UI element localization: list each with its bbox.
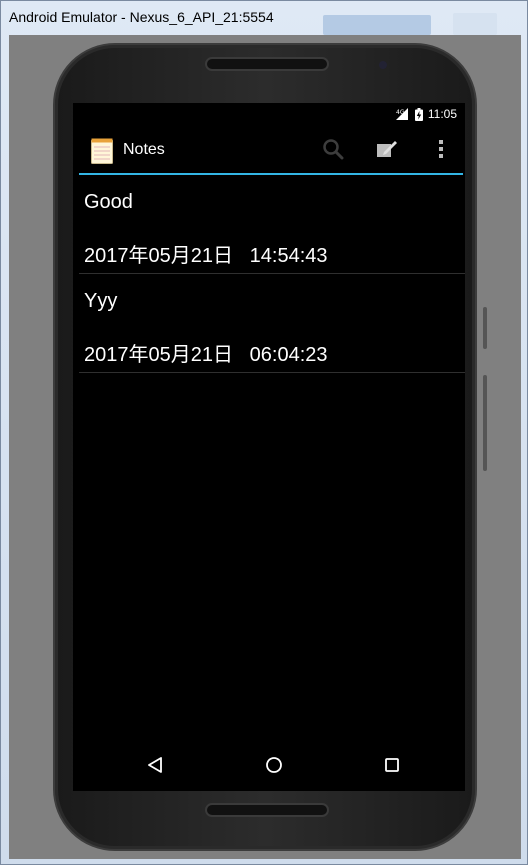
back-button[interactable] xyxy=(135,751,175,783)
notepad-icon[interactable] xyxy=(91,138,113,164)
power-button[interactable] xyxy=(483,307,487,349)
note-title: Yyy xyxy=(84,290,118,312)
battery-charging-icon xyxy=(414,107,423,121)
note-date: 2017年05月21日 14:54:43 xyxy=(84,245,328,267)
list-item[interactable]: Good 2017年05月21日 14:54:43 xyxy=(79,175,465,274)
status-bar: 4G 11:05 xyxy=(73,103,465,127)
recents-icon xyxy=(384,757,400,777)
window-control-area xyxy=(323,15,431,35)
app-title: Notes xyxy=(123,141,165,158)
device-screen: 4G 11:05 Notes Good 2017年05月21日 14:54:43… xyxy=(73,103,465,791)
back-icon xyxy=(146,756,164,778)
status-time: 11:05 xyxy=(427,107,457,121)
new-note-icon xyxy=(376,139,398,163)
window-close-area xyxy=(453,13,497,35)
action-bar: Notes xyxy=(73,127,465,175)
signal-icon: 4G xyxy=(395,108,410,120)
overflow-menu-button[interactable] xyxy=(425,135,457,167)
volume-button[interactable] xyxy=(483,375,487,471)
search-icon xyxy=(322,138,344,164)
note-title: Good xyxy=(84,191,133,213)
note-date: 2017年05月21日 06:04:23 xyxy=(84,344,328,366)
window-titlebar[interactable]: Android Emulator - Nexus_6_API_21:5554 xyxy=(1,1,528,35)
front-camera xyxy=(379,61,387,69)
home-button[interactable] xyxy=(254,751,294,783)
network-label: 4G xyxy=(396,109,405,116)
top-speaker xyxy=(205,57,329,71)
notes-list: Good 2017年05月21日 14:54:43 Yyy 2017年05月21… xyxy=(79,175,465,373)
bottom-speaker xyxy=(205,803,329,817)
emulator-window: Android Emulator - Nexus_6_API_21:5554 4… xyxy=(0,0,528,865)
search-button[interactable] xyxy=(317,135,349,167)
overflow-menu-icon xyxy=(438,139,444,163)
recents-button[interactable] xyxy=(372,751,412,783)
device-frame: 4G 11:05 Notes Good 2017年05月21日 14:54:43… xyxy=(53,43,487,851)
new-note-button[interactable] xyxy=(371,135,403,167)
navigation-bar xyxy=(73,743,465,791)
emulator-client-area: 4G 11:05 Notes Good 2017年05月21日 14:54:43… xyxy=(9,35,521,859)
home-icon xyxy=(265,756,283,778)
list-item[interactable]: Yyy 2017年05月21日 06:04:23 xyxy=(79,274,465,373)
window-title: Android Emulator - Nexus_6_API_21:5554 xyxy=(9,9,274,25)
